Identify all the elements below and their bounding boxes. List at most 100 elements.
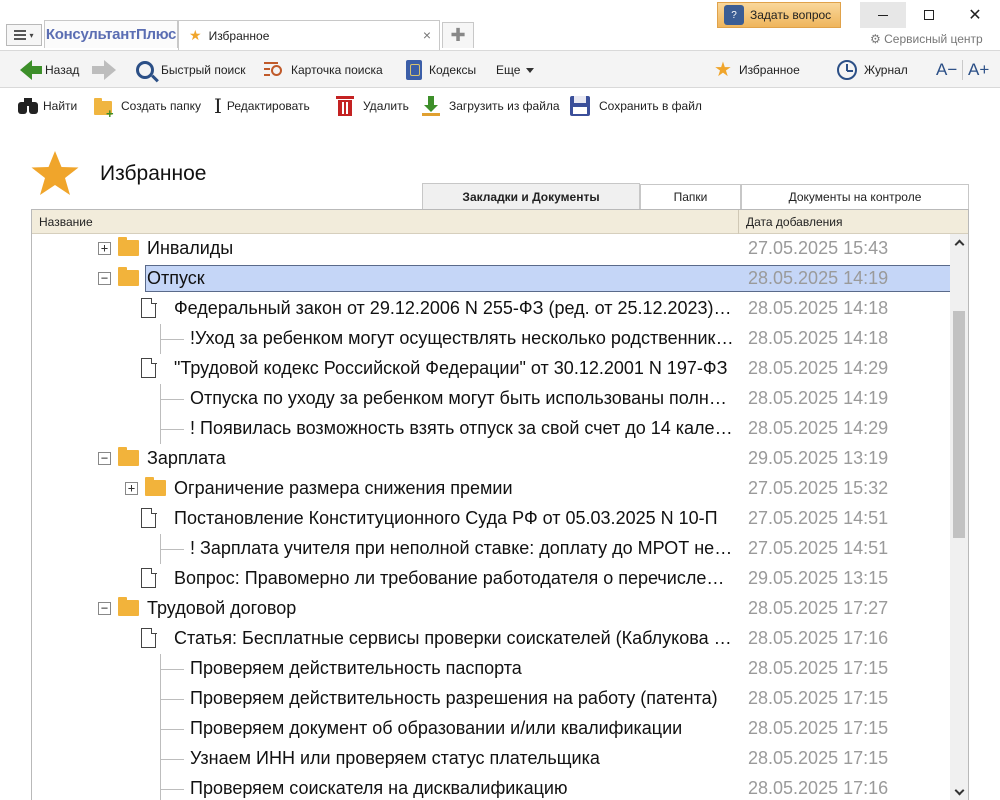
journal-label: Журнал: [864, 63, 908, 77]
tab-title: Избранное: [208, 28, 270, 43]
service-center-link[interactable]: ⚙ Сервисный центр: [870, 32, 983, 46]
row-date: 28.05.2025 14:29: [748, 358, 889, 378]
document-row[interactable]: Федеральный закон от 29.12.2006 N 255-ФЗ…: [32, 294, 950, 324]
tab-favorites[interactable]: ★ Избранное ×: [178, 20, 440, 50]
download-icon: [422, 96, 440, 116]
bookmark-row[interactable]: Проверяем соискателя на дисквалификацию 2…: [32, 774, 950, 800]
folder-row[interactable]: − Зарплата 29.05.2025 13:19: [32, 444, 950, 474]
trash-icon: [336, 96, 354, 116]
journal-button[interactable]: Журнал: [837, 58, 908, 82]
close-icon: ✕: [968, 7, 982, 24]
column-name-header[interactable]: Название: [39, 215, 93, 229]
back-button[interactable]: Назад: [14, 58, 79, 82]
app-logo-text: КонсультантПлюс: [45, 26, 177, 43]
folder-row[interactable]: + Инвалиды 27.05.2025 15:43: [32, 234, 950, 264]
create-folder-button[interactable]: + Создать папку: [94, 94, 201, 120]
scroll-up-button[interactable]: [950, 234, 968, 250]
expand-icon[interactable]: +: [98, 242, 111, 255]
scroll-down-button[interactable]: [950, 784, 968, 800]
tree-connector-branch: [160, 549, 184, 550]
search-card-button[interactable]: Карточка поиска: [264, 58, 383, 82]
close-tab-icon[interactable]: ×: [423, 27, 431, 43]
row-title: !Уход за ребенком могут осуществлять нес…: [190, 328, 734, 348]
main-toolbar: Назад Быстрый поиск Карточка поиска Коде…: [0, 50, 1000, 88]
row-title: Ограничение размера снижения премии: [174, 478, 513, 498]
star-icon: ★: [189, 27, 202, 43]
codex-book-icon: [406, 60, 422, 80]
new-tab-button[interactable]: ✚: [442, 22, 474, 48]
back-arrow-icon: [14, 60, 42, 80]
tab-folders[interactable]: Папки: [640, 184, 741, 209]
folder-row[interactable]: − Отпуск 28.05.2025 14:19: [32, 264, 950, 294]
document-row[interactable]: Статья: Бесплатные сервисы проверки соис…: [32, 624, 950, 654]
main-menu-button[interactable]: ▾: [6, 24, 42, 46]
app-home-tab[interactable]: КонсультантПлюс: [44, 20, 178, 48]
expand-icon[interactable]: +: [125, 482, 138, 495]
decrease-font-button[interactable]: A−: [936, 58, 957, 82]
folder-row[interactable]: − Трудовой договор 28.05.2025 17:27: [32, 594, 950, 624]
ask-question-label: Задать вопрос: [750, 8, 832, 22]
row-date: 28.05.2025 17:16: [748, 628, 889, 648]
tree-connector-branch: [160, 699, 184, 700]
edit-button[interactable]: I Редактировать: [214, 94, 310, 118]
tab-bookmarks-documents[interactable]: Закладки и Документы: [422, 183, 640, 209]
tab-documents-on-control[interactable]: Документы на контроле: [741, 184, 969, 209]
favorites-button[interactable]: ★ Избранное: [714, 58, 800, 82]
forward-button[interactable]: [92, 58, 123, 82]
find-button[interactable]: Найти: [18, 94, 77, 118]
ask-question-button[interactable]: ? Задать вопрос: [717, 2, 841, 28]
save-to-file-button[interactable]: Сохранить в файл: [570, 94, 702, 118]
document-row[interactable]: "Трудовой кодекс Российской Федерации" о…: [32, 354, 950, 384]
row-title: Статья: Бесплатные сервисы проверки соис…: [174, 628, 734, 648]
bookmark-row[interactable]: Отпуска по уходу за ребенком могут быть …: [32, 384, 950, 414]
collapse-icon[interactable]: −: [98, 602, 111, 615]
clock-icon: [837, 60, 857, 80]
bookmark-row[interactable]: Проверяем действительность паспорта 28.05…: [32, 654, 950, 684]
search-card-icon: [264, 60, 284, 80]
column-divider[interactable]: [738, 210, 739, 234]
bookmark-row[interactable]: !Уход за ребенком могут осуществлять нес…: [32, 324, 950, 354]
row-date: 28.05.2025 14:18: [748, 328, 889, 348]
floppy-disk-icon: [570, 96, 590, 116]
load-from-file-button[interactable]: Загрузить из файла: [422, 94, 560, 118]
column-date-header[interactable]: Дата добавления: [746, 215, 842, 229]
bookmark-row[interactable]: ! Появилась возможность взять отпуск за …: [32, 414, 950, 444]
increase-font-button[interactable]: A+: [968, 58, 989, 82]
bookmark-row[interactable]: Узнаем ИНН или проверяем статус плательщ…: [32, 744, 950, 774]
row-date: 28.05.2025 17:27: [748, 598, 889, 618]
new-folder-icon: +: [94, 98, 114, 120]
minimize-button[interactable]: [860, 2, 906, 28]
row-date: 28.05.2025 14:18: [748, 298, 889, 318]
row-date: 28.05.2025 17:15: [748, 688, 889, 708]
font-increase-label: A+: [968, 60, 990, 79]
bookmark-row[interactable]: Проверяем документ об образовании и/или …: [32, 714, 950, 744]
row-date: 27.05.2025 15:43: [748, 238, 889, 258]
collapse-icon[interactable]: −: [98, 452, 111, 465]
document-row[interactable]: Вопрос: Правомерно ли требование работод…: [32, 564, 950, 594]
row-title: Трудовой договор: [147, 598, 297, 618]
delete-button[interactable]: Удалить: [336, 94, 409, 118]
document-icon: [141, 357, 157, 378]
scroll-thumb[interactable]: [953, 311, 965, 538]
codes-button[interactable]: Кодексы: [406, 58, 476, 82]
close-window-button[interactable]: ✕: [952, 2, 998, 28]
quick-search-button[interactable]: Быстрый поиск: [136, 58, 245, 82]
row-date: 28.05.2025 17:16: [748, 778, 889, 798]
more-menu-button[interactable]: Еще: [496, 58, 535, 82]
save-to-file-label: Сохранить в файл: [599, 99, 702, 113]
folder-row[interactable]: + Ограничение размера снижения премии 27.0…: [32, 474, 950, 504]
tree-connector: [160, 774, 161, 800]
document-row[interactable]: Постановление Конституционного Суда РФ о…: [32, 504, 950, 534]
binoculars-icon: [18, 98, 38, 114]
codes-label: Кодексы: [429, 63, 477, 77]
text-cursor-icon: I: [214, 94, 222, 118]
maximize-button[interactable]: [906, 2, 952, 28]
collapse-icon[interactable]: −: [98, 272, 111, 285]
tree-connector-branch: [160, 669, 184, 670]
bookmark-row[interactable]: ! Зарплата учителя при неполной ставке: …: [32, 534, 950, 564]
tree-connector-branch: [160, 759, 184, 760]
delete-label: Удалить: [363, 99, 409, 113]
hamburger-icon: [14, 30, 27, 40]
bookmark-row[interactable]: Проверяем действительность разрешения на…: [32, 684, 950, 714]
vertical-scrollbar[interactable]: [950, 234, 968, 800]
